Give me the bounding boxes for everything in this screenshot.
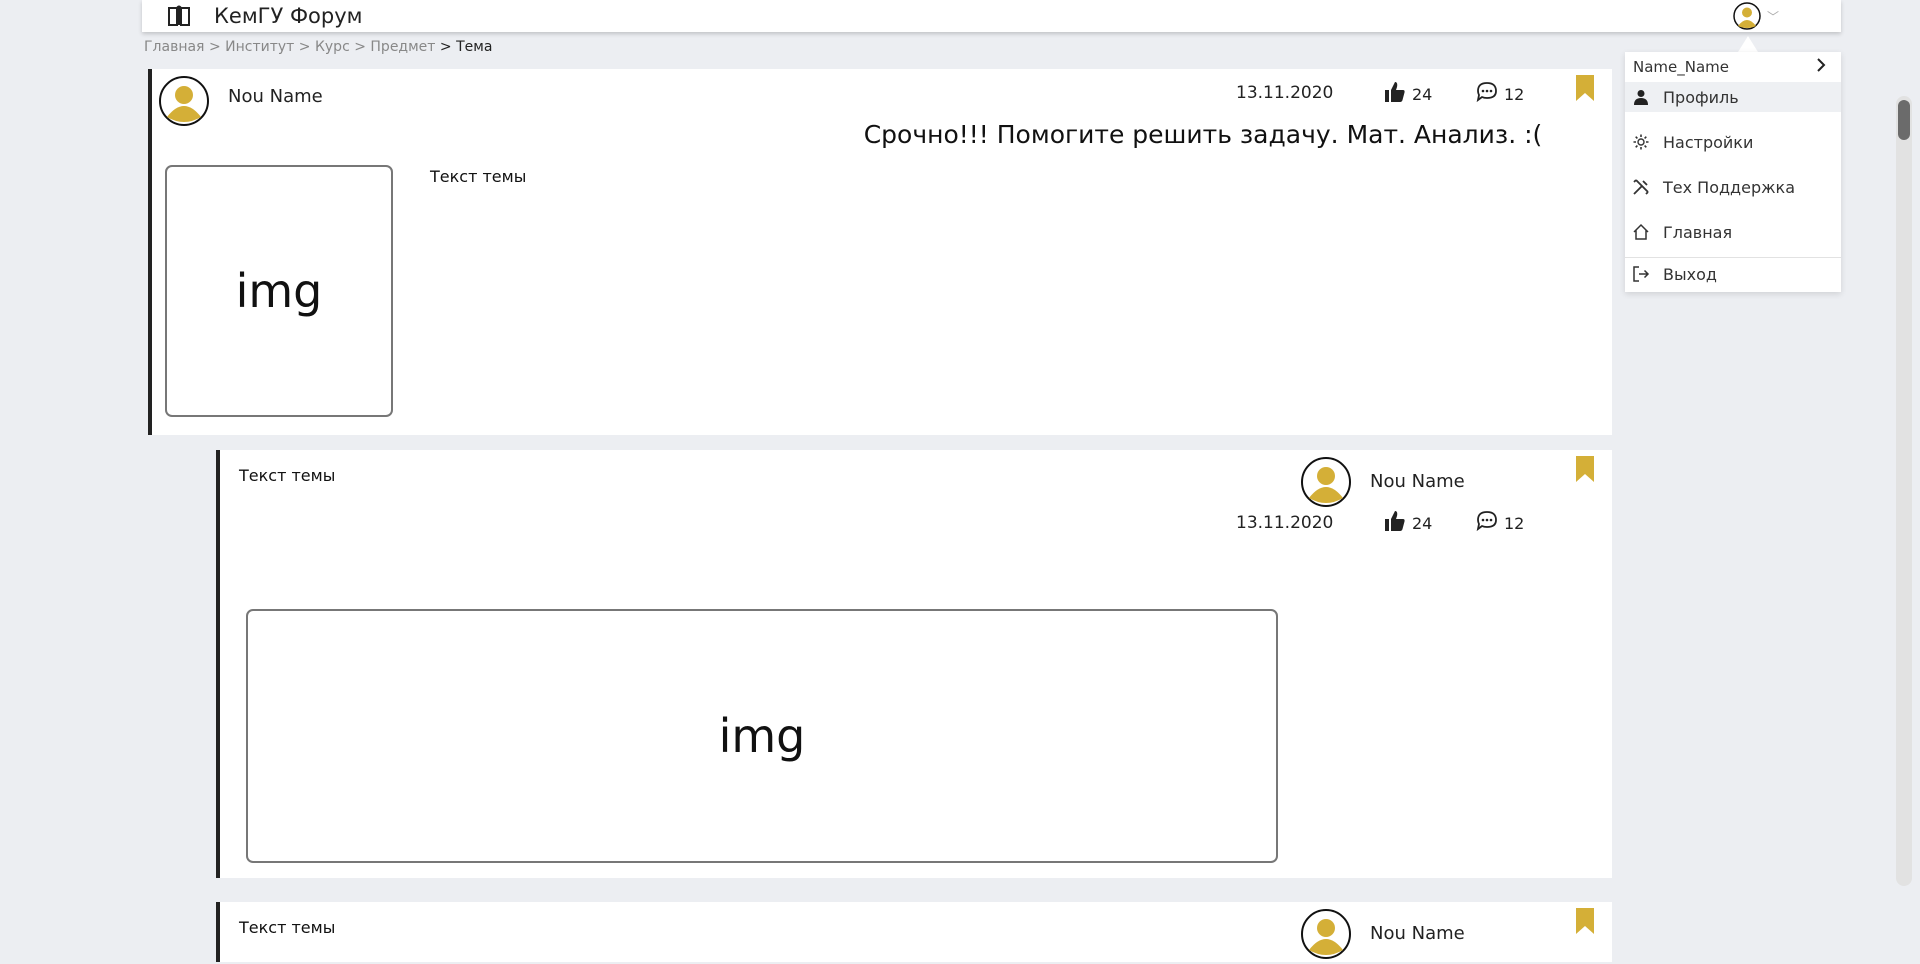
bookmark-icon[interactable]	[1576, 908, 1594, 934]
post-body-text: Текст темы	[430, 167, 527, 186]
reply-image-placeholder[interactable]: img	[246, 609, 1278, 863]
book-icon[interactable]	[166, 3, 192, 29]
comment-count: 12	[1504, 84, 1525, 104]
menu-item-label: Выход	[1663, 264, 1717, 284]
comment-count: 12	[1504, 513, 1525, 533]
menu-item-support[interactable]: Тех Поддержка	[1625, 167, 1841, 207]
menu-username-row[interactable]: Name_Name	[1625, 52, 1841, 82]
author-name[interactable]: Nou Name	[1370, 471, 1465, 492]
person-icon	[1631, 87, 1651, 107]
breadcrumb-item-course[interactable]: Курс	[315, 39, 350, 55]
user-avatar-icon[interactable]	[1733, 2, 1761, 30]
like-count: 24	[1412, 84, 1433, 104]
top-header: КемГУ Форум ﹀	[142, 0, 1841, 32]
tools-icon	[1631, 177, 1651, 197]
menu-item-label: Настройки	[1663, 132, 1754, 152]
author-avatar-icon[interactable]	[158, 75, 210, 127]
thumbs-up-icon[interactable]	[1382, 508, 1408, 538]
topic-title: Срочно!!! Помогите решить задачу. Мат. А…	[863, 120, 1543, 149]
chevron-down-icon[interactable]: ﹀	[1767, 8, 1779, 25]
comment-counter[interactable]: 12	[1474, 79, 1524, 109]
breadcrumb: Главная > Институт > Курс > Предмет > Те…	[144, 39, 493, 55]
like-counter[interactable]: 24	[1382, 508, 1432, 538]
breadcrumb-item-home[interactable]: Главная	[144, 39, 204, 55]
post-date: 13.11.2020	[1236, 83, 1334, 103]
breadcrumb-item-subject[interactable]: Предмет	[370, 39, 435, 55]
menu-item-home[interactable]: Главная	[1625, 212, 1841, 252]
scrollbar-thumb[interactable]	[1898, 100, 1910, 140]
like-count: 24	[1412, 513, 1433, 533]
author-name[interactable]: Nou Name	[1370, 923, 1465, 944]
reply-post: Текст темы Nou Name	[216, 902, 1612, 962]
logout-icon	[1631, 264, 1651, 284]
menu-item-label: Профиль	[1663, 87, 1739, 107]
comment-counter[interactable]: 12	[1474, 508, 1524, 538]
reply-post: Текст темы Nou Name 13.11.2020 24 12 img	[216, 450, 1612, 878]
reply-text: Текст темы	[239, 466, 336, 485]
menu-item-settings[interactable]: Настройки	[1625, 122, 1841, 162]
breadcrumb-item-current: Тема	[456, 39, 493, 55]
menu-item-label: Главная	[1663, 222, 1733, 242]
author-avatar-icon[interactable]	[1300, 908, 1352, 960]
comments-icon[interactable]	[1474, 79, 1500, 109]
comments-icon[interactable]	[1474, 508, 1500, 538]
gear-icon	[1631, 132, 1651, 152]
home-icon	[1631, 222, 1651, 242]
user-dropdown-menu: Name_Name Профиль Настройки Тех Поддержк…	[1625, 52, 1841, 292]
topic-post: Nou Name 13.11.2020 24 12 Срочно!!! Помо…	[148, 69, 1612, 435]
chevron-right-icon	[1815, 57, 1827, 77]
reply-date: 13.11.2020	[1236, 513, 1334, 533]
bookmark-icon[interactable]	[1576, 456, 1594, 482]
thumbs-up-icon[interactable]	[1382, 79, 1408, 109]
author-name[interactable]: Nou Name	[228, 86, 323, 107]
author-avatar-icon[interactable]	[1300, 456, 1352, 508]
post-image-placeholder[interactable]: img	[165, 165, 393, 417]
menu-username: Name_Name	[1633, 58, 1730, 76]
reply-text: Текст темы	[239, 918, 336, 937]
app-title[interactable]: КемГУ Форум	[214, 4, 362, 28]
breadcrumb-item-institute[interactable]: Институт	[225, 39, 294, 55]
scrollbar-track[interactable]	[1896, 96, 1912, 886]
bookmark-icon[interactable]	[1576, 75, 1594, 101]
menu-item-label: Тех Поддержка	[1663, 177, 1795, 197]
like-counter[interactable]: 24	[1382, 79, 1432, 109]
menu-item-logout[interactable]: Выход	[1625, 257, 1841, 291]
menu-item-profile[interactable]: Профиль	[1625, 82, 1841, 112]
menu-caret	[1738, 36, 1758, 52]
